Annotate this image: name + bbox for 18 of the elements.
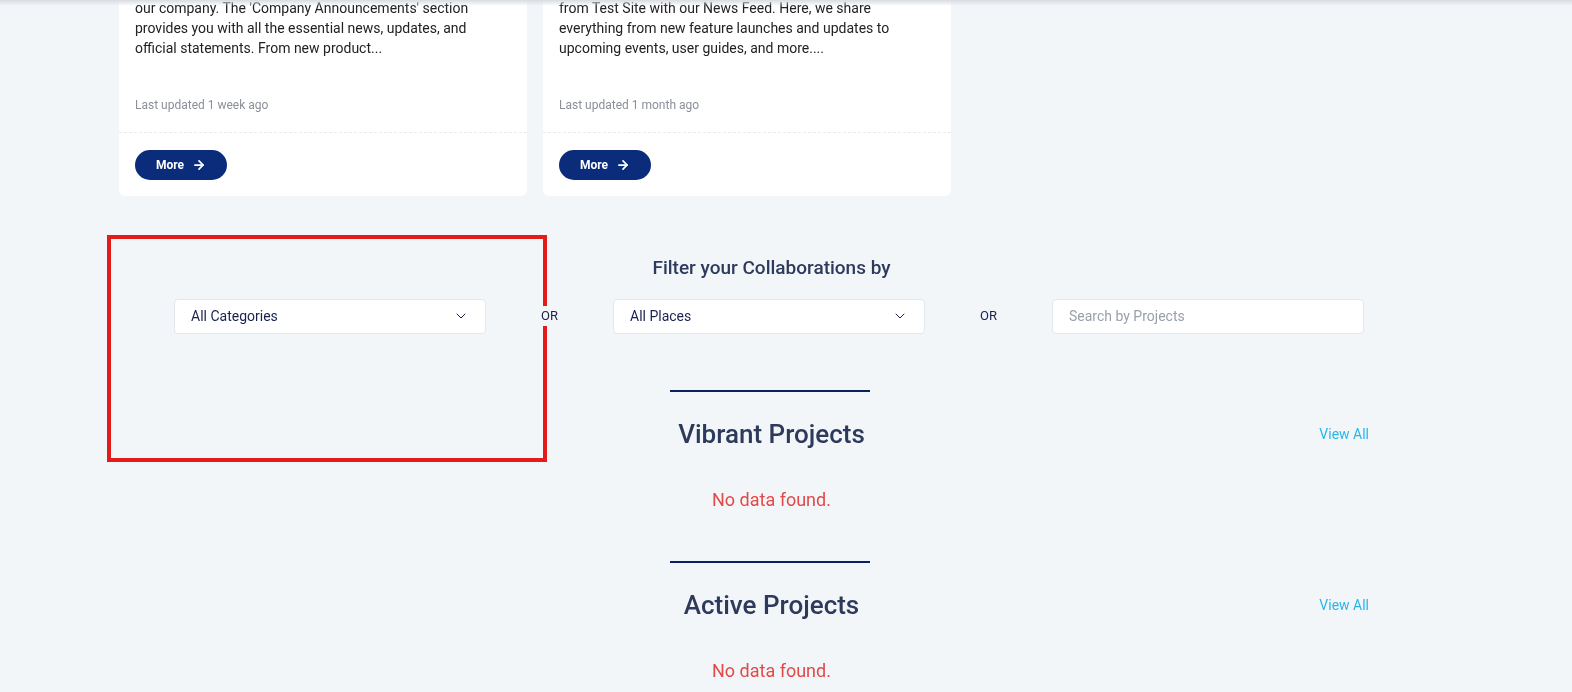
more-button[interactable]: More <box>135 150 227 180</box>
filter-heading: Filter your Collaborations by <box>651 255 892 281</box>
last-updated-text: Last updated 1 month ago <box>559 97 701 114</box>
dropdown-select[interactable]: All Places <box>613 298 925 334</box>
dropdown-select[interactable]: All Categories <box>174 298 486 334</box>
card-description: our company. The 'Company Announcements' section provides you with all the essential news, updates, and official statements. From new product... <box>135 0 470 58</box>
or-label: OR <box>979 307 998 326</box>
or-label: OR <box>539 306 560 326</box>
more-button[interactable]: More <box>559 150 651 180</box>
empty-message: No data found. <box>712 658 831 683</box>
section-title: Active Projects <box>683 588 860 622</box>
arrow-right-icon <box>616 158 630 172</box>
search-field[interactable]: Search by Projects <box>1052 298 1364 334</box>
card-description: from Test Site with our News Feed. Here, we share everything from new feature launches and updates to upcoming events, user guides, and more.... <box>559 0 891 58</box>
arrow-right-icon <box>192 158 206 172</box>
empty-message: No data found. <box>712 487 831 512</box>
section-title: Vibrant Projects <box>678 417 865 451</box>
last-updated-text: Last updated 1 week ago <box>135 97 270 114</box>
